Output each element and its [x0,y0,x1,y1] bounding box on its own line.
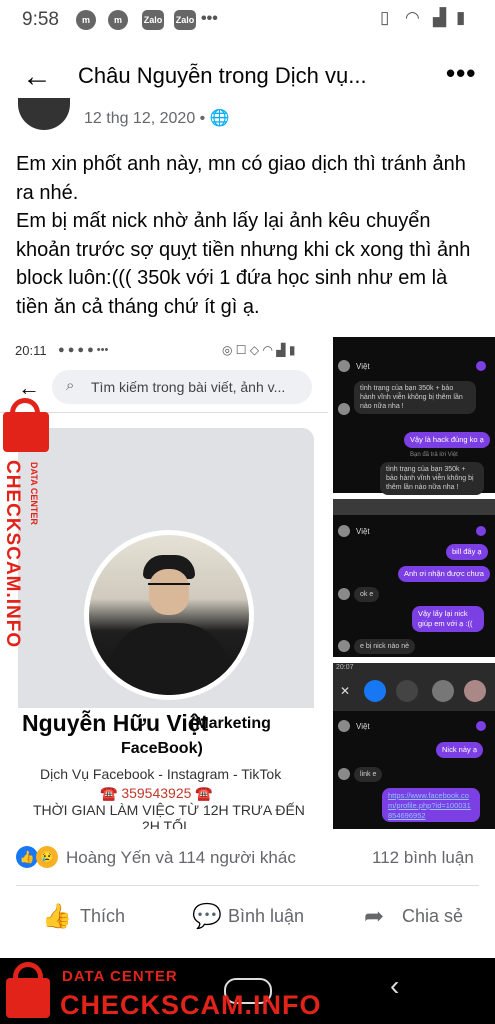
post-text: Em xin phốt anh này, mn có giao dịch thì… [16,150,484,321]
chat-time: 20:07 [336,664,354,671]
chat-message: Vậy là hack đúng ko ạ [404,432,490,448]
watermark-caption: DATA CENTER [29,462,39,525]
chat-message: Vậy lấy lại nick giúp em với ạ :(( [412,606,484,632]
wifi-icon: ◠ [405,8,420,27]
zalo-icon: Zalo [142,10,164,30]
comment-icon[interactable]: 💬 [192,902,222,931]
chat-message: Nick này ạ [436,742,484,758]
chat-message: bill đây ạ [446,544,488,560]
profile-name: Nguyễn Hữu Việt [22,710,209,736]
status-bar [0,0,495,40]
chat-contact-name: Việt [356,722,370,731]
profile-name-suffix: (Marketing [190,715,271,732]
profile-name-suffix: FaceBook) [121,740,203,757]
reactions-summary[interactable]: Hoàng Yến và 114 người khác [66,848,296,868]
messenger-icon: m [108,10,128,30]
chat-contact-name: Việt [356,527,370,536]
globe-icon: 🌐 [209,110,230,127]
info-icon [476,526,486,536]
chat-head [464,680,486,702]
chat-message: tình trạng của bạn 350k + bảo hành vĩnh … [380,462,484,495]
lock-shackle-icon [10,398,40,420]
avatar [338,360,350,372]
screenshot-back-icon: ← [18,375,40,400]
info-icon [476,361,486,371]
profile-bio-line: ☎️ 359543925 ☎️ [100,785,213,801]
post-line: Em bị mất nick nhờ ảnh lấy lại ảnh kêu c… [16,210,471,318]
avatar [338,525,350,537]
divider [0,412,328,413]
chat-message: Anh ơi nhận được chưa [398,566,490,582]
share-icon[interactable]: ➦ [364,902,384,931]
chat-head [364,680,386,702]
more-options-icon[interactable]: ••• [446,58,476,89]
close-icon: ✕ [340,684,351,698]
comment-button[interactable]: Bình luận [228,906,304,927]
screenshot-time: 20:11 [15,343,47,358]
status-more-icon: ••• [201,10,218,27]
screenshot-status-icons: ● ● ● ● ••• [58,344,109,356]
comments-count[interactable]: 112 bình luận [372,848,474,868]
reply-note: Bạn đã trả lời Việt [410,452,458,458]
avatar [338,720,350,732]
chat-message: tình trạng của bạn 350k + bảo hành vĩnh … [354,381,476,414]
post-line: Em xin phốt anh này, mn có giao dịch thì… [16,153,466,204]
watermark-brand: CHECKSCAM.INFO [60,990,322,1020]
screenshot-status-right: ◎ ☐ ◇ ◠ ▟ ▮ [222,343,296,357]
chat-head [396,680,418,702]
divider [16,885,479,886]
sad-reaction-icon: 😢 [36,846,58,868]
watermark-brand: CHECKSCAM.INFO [2,460,23,649]
watermark-caption: DATA CENTER [62,968,178,985]
profile-bio-line: Dịch Vụ Facebook - Instagram - TikTok [40,766,282,782]
chat-message: e bị nick nào nè [354,639,416,654]
screenshot-search-placeholder: Tìm kiếm trong bài viết, ảnh v... [91,379,286,395]
avatar [338,640,350,652]
like-reaction-icon: 👍 [16,846,38,868]
status-time: 9:58 [22,9,59,30]
avatar [338,768,350,780]
vibrate-icon: ▯ [380,8,390,27]
chat-top-strip [333,499,495,515]
avatar [338,588,350,600]
share-button[interactable]: Chia sẻ [402,906,463,927]
nav-back-icon[interactable]: ‹ [390,970,399,1002]
profile-bio-line: THỜI GIAN LÀM VIỆC TỪ 12H TRƯA ĐẾN [33,802,305,818]
page-title: Châu Nguyễn trong Dịch vụ... [78,63,367,88]
chat-head [432,680,454,702]
battery-icon: ▮ [456,8,466,27]
lock-icon [6,978,50,1018]
back-arrow-icon[interactable]: ← [22,62,52,92]
chat-message: link e [354,767,383,782]
messenger-icon: m [76,10,96,30]
like-button[interactable]: Thích [80,906,125,927]
like-icon[interactable]: 👍 [42,902,72,931]
info-icon [476,721,486,731]
signal-icon: ▟ [433,8,447,27]
avatar [338,403,350,415]
lock-shackle-icon [13,962,43,984]
chat-link-message[interactable]: https://www.facebook.com/profile.php?id=… [382,788,480,822]
post-date: 12 thg 12, 2020 • 🌐 [84,110,230,127]
chat-message: ok e [354,587,380,602]
zalo-icon: Zalo [174,10,196,30]
author-avatar[interactable] [18,98,70,130]
profile-avatar [84,530,254,700]
chat-contact-name: Việt [356,362,370,371]
profile-bio-line: 2H TỐI [142,818,187,829]
search-icon: ⌕ [66,377,75,394]
